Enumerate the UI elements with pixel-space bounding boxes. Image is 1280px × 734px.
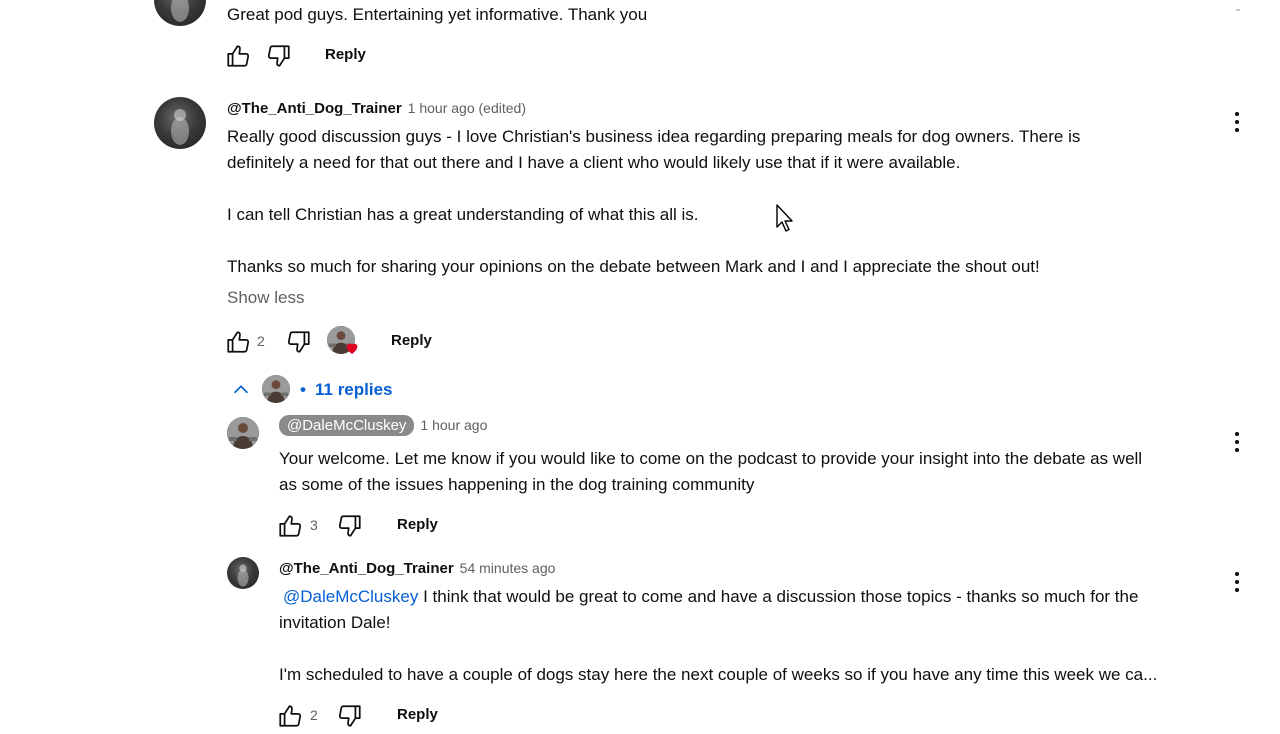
thumb-up-icon [277,703,303,729]
heart-icon [346,343,358,354]
like-count: 2 [257,333,265,349]
like-button[interactable] [277,703,303,729]
comment-text-line: I can tell Christian has a great underst… [227,205,699,224]
reply-text-line: @DaleMcCluskey I think that would be gre… [283,584,1138,610]
author-name[interactable]: @The_Anti_Dog_Trainer [279,560,454,577]
author-chip[interactable]: @DaleMcCluskey [279,415,415,436]
replier-avatar [262,375,290,403]
dislike-button[interactable] [337,703,363,729]
thumb-down-icon [337,703,363,729]
creator-heart[interactable] [327,326,359,356]
like-button[interactable] [225,43,251,69]
timestamp[interactable]: 54 minutes ago [460,560,556,576]
comment-header: @The_Anti_Dog_Trainer 1 hour ago (edited) [227,100,526,118]
reply-text-line: as some of the issues happening in the d… [279,475,755,494]
more-actions-button[interactable] [1233,570,1241,594]
comment-text-line: definitely a need for that out there and… [227,153,961,172]
comment-text: Great pod guys. Entertaining yet informa… [227,5,648,24]
mouse-cursor-icon [776,204,793,232]
like-count: 3 [310,517,318,533]
reply-button[interactable]: Reply [397,516,438,533]
replies-count[interactable]: 11 replies [315,380,393,400]
avatar[interactable] [227,417,259,449]
avatar[interactable] [154,0,206,26]
reply-button[interactable]: Reply [391,332,432,349]
divider-dot [1236,9,1240,11]
comment-text-line: Really good discussion guys - I love Chr… [227,127,1081,146]
thumb-down-icon [286,329,312,355]
comment-text-line: Thanks so much for sharing your opinions… [227,257,1040,276]
replies-toggle[interactable]: • 11 replies [230,375,410,405]
dislike-button[interactable] [337,513,363,539]
like-count: 2 [310,707,318,723]
reply-header: @The_Anti_Dog_Trainer 54 minutes ago [279,560,555,578]
reply-text: I think that would be great to come and … [418,587,1139,606]
more-actions-button[interactable] [1233,110,1241,134]
dislike-button[interactable] [286,329,312,355]
avatar[interactable] [154,97,206,149]
like-button[interactable] [225,329,251,355]
thumb-up-icon [225,43,251,69]
thumb-down-icon [266,43,292,69]
more-actions-button[interactable] [1233,430,1241,454]
reply-button[interactable]: Reply [325,46,366,63]
timestamp[interactable]: 1 hour ago (edited) [408,100,526,116]
chevron-up-icon [233,385,249,394]
thumb-up-icon [225,329,251,355]
mention-link[interactable]: @DaleMcCluskey [283,587,418,606]
timestamp[interactable]: 1 hour ago [420,417,487,433]
thumb-down-icon [337,513,363,539]
thumb-up-icon [277,513,303,539]
dislike-button[interactable] [266,43,292,69]
avatar[interactable] [227,557,259,589]
reply-text-line: I'm scheduled to have a couple of dogs s… [279,665,1158,684]
show-less-button[interactable]: Show less [227,288,304,308]
reply-text-line: Your welcome. Let me know if you would l… [279,449,1143,468]
reply-text-line: invitation Dale! [279,613,391,632]
replies-bullet: • [300,380,306,399]
like-button[interactable] [277,513,303,539]
reply-header: @DaleMcCluskey 1 hour ago [279,415,487,436]
author-name[interactable]: @The_Anti_Dog_Trainer [227,100,402,117]
reply-button[interactable]: Reply [397,706,438,723]
